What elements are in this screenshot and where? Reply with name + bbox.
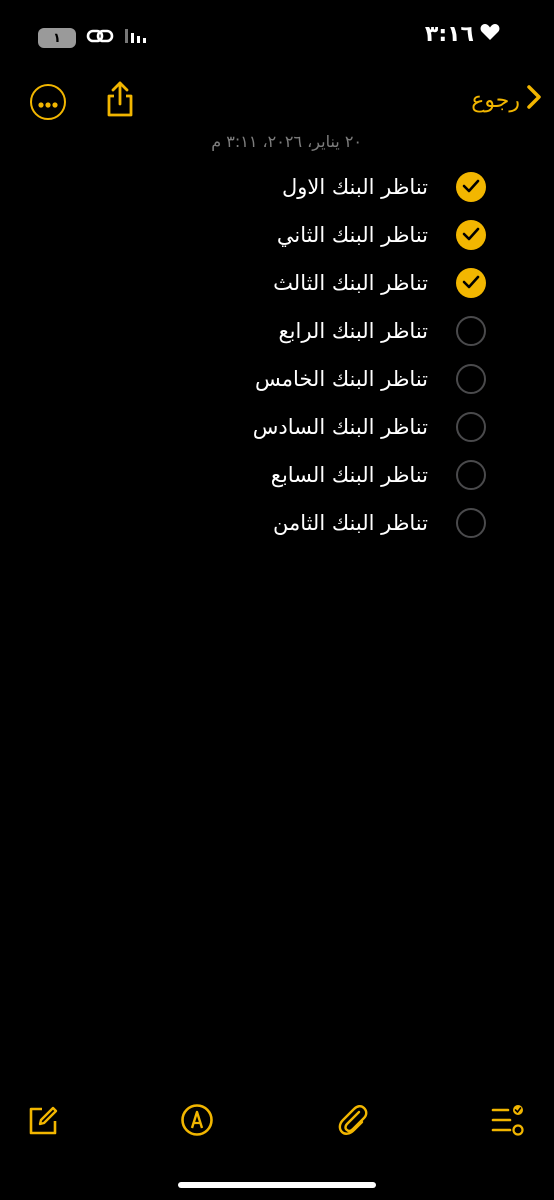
markup-button[interactable] <box>180 1103 214 1137</box>
compose-icon <box>26 1106 60 1141</box>
home-indicator[interactable] <box>178 1182 376 1188</box>
checkmark-icon <box>462 226 480 245</box>
checklist-item: تناظر البنك الثالث <box>0 258 554 306</box>
checklist-item-label[interactable]: تناظر البنك الرابع <box>278 316 428 346</box>
status-time-group: ٣:١٦ <box>425 22 500 47</box>
checklist-item-label[interactable]: تناظر البنك الثالث <box>273 268 428 298</box>
checkbox-unchecked[interactable] <box>456 364 486 394</box>
checklist-icon <box>490 1105 524 1141</box>
more-button[interactable] <box>30 84 66 120</box>
checklist: تناظر البنك الاول تناظر البنك الثاني تنا… <box>0 162 554 546</box>
paperclip-icon <box>336 1105 370 1141</box>
back-label: رجوع <box>471 87 520 113</box>
checkbox-unchecked[interactable] <box>456 316 486 346</box>
checklist-button[interactable] <box>490 1103 524 1137</box>
checkbox-unchecked[interactable] <box>456 508 486 538</box>
checklist-item: تناظر البنك السابع <box>0 450 554 498</box>
status-time: ٣:١٦ <box>424 22 474 47</box>
signal-icon <box>124 27 150 49</box>
checklist-item: تناظر البنك السادس <box>0 402 554 450</box>
checkmark-icon <box>462 178 480 197</box>
checklist-item-label[interactable]: تناظر البنك الثاني <box>277 220 428 250</box>
ellipsis-circle-icon <box>38 93 58 112</box>
heart-icon <box>480 22 500 47</box>
note-date: ٢٠ يناير، ٢٠٢٦، ٣:١١ م <box>211 132 362 151</box>
notes-screen: ١ ٣:١٦ رجوع ٢٠ يناير، ٢٠٢٦، ٣:١١ م تناظر… <box>0 0 554 1200</box>
checkbox-unchecked[interactable] <box>456 460 486 490</box>
checklist-item-label[interactable]: تناظر البنك السادس <box>253 412 428 442</box>
checklist-item: تناظر البنك الثامن <box>0 498 554 546</box>
checkbox-checked[interactable] <box>456 220 486 250</box>
checklist-item: تناظر البنك الاول <box>0 162 554 210</box>
attach-button[interactable] <box>336 1103 370 1137</box>
share-button[interactable] <box>104 80 136 120</box>
checklist-item: تناظر البنك الخامس <box>0 354 554 402</box>
checkbox-checked[interactable] <box>456 172 486 202</box>
checklist-item-label[interactable]: تناظر البنك السابع <box>271 460 428 490</box>
checklist-item: تناظر البنك الرابع <box>0 306 554 354</box>
compose-button[interactable] <box>26 1103 60 1137</box>
share-icon <box>104 81 136 124</box>
checkbox-unchecked[interactable] <box>456 412 486 442</box>
checklist-item-label[interactable]: تناظر البنك الاول <box>282 172 428 202</box>
chevron-right-icon <box>526 84 542 116</box>
back-button[interactable]: رجوع <box>471 84 542 116</box>
link-icon <box>86 26 114 50</box>
checklist-item-label[interactable]: تناظر البنك الخامس <box>255 364 428 394</box>
battery-level: ١ <box>53 30 61 46</box>
checkmark-icon <box>462 274 480 293</box>
markup-icon <box>180 1104 214 1141</box>
checklist-item: تناظر البنك الثاني <box>0 210 554 258</box>
status-bar-left: ١ <box>38 26 150 50</box>
battery-indicator: ١ <box>38 28 76 48</box>
checklist-item-label[interactable]: تناظر البنك الثامن <box>273 508 428 538</box>
checkbox-checked[interactable] <box>456 268 486 298</box>
